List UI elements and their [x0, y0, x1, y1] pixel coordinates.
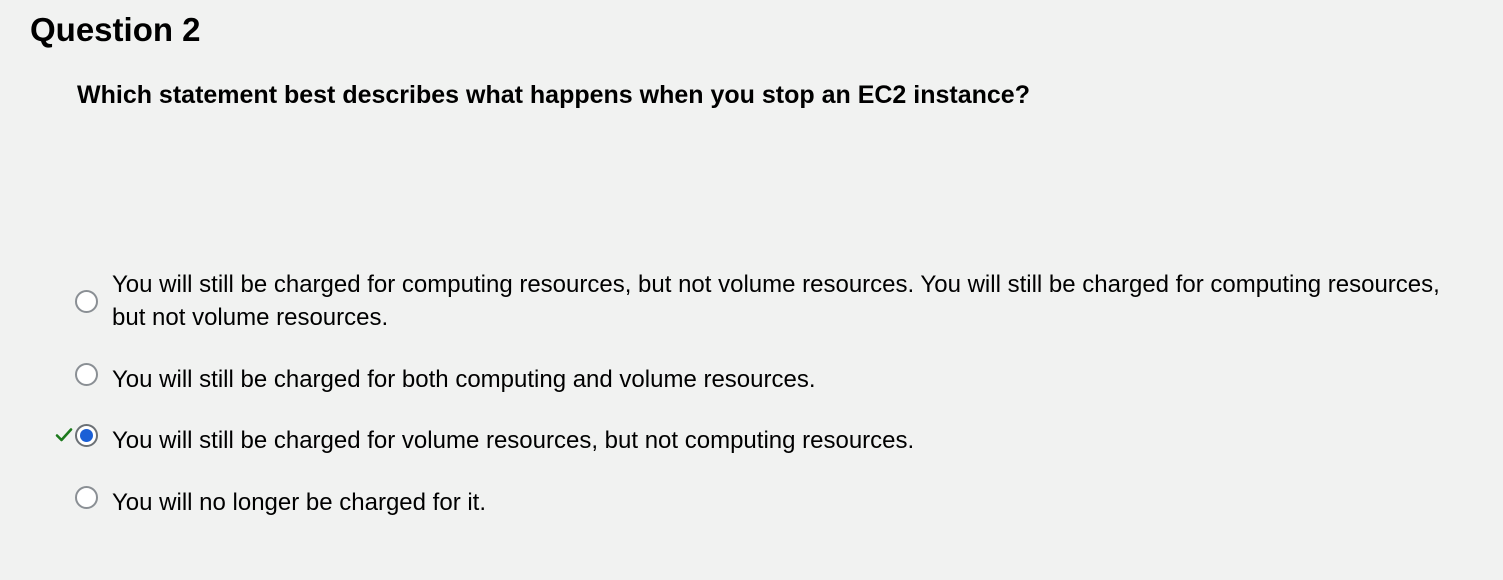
answer-option-label: You will still be charged for volume res…	[112, 427, 915, 454]
answer-option-label: You will still be charged for both compu…	[112, 366, 816, 393]
radio-button-2[interactable]	[75, 363, 98, 386]
answer-option-2[interactable]: You will still be charged for both compu…	[0, 363, 1503, 396]
answer-option-1[interactable]: You will still be charged for computing …	[0, 268, 1503, 334]
quiz-page: Question 2 Which statement best describe…	[0, 0, 1503, 580]
question-text: Which statement best describes what happ…	[77, 81, 1030, 109]
answer-option-4[interactable]: You will no longer be charged for it.	[0, 486, 1503, 519]
question-number: Question 2	[30, 11, 201, 48]
answer-options: You will still be charged for computing …	[0, 268, 1503, 519]
answer-option-label: You will still be charged for computing …	[112, 271, 1440, 331]
radio-button-3[interactable]	[75, 424, 98, 447]
answer-option-3[interactable]: You will still be charged for volume res…	[0, 424, 1503, 457]
checkmark-icon	[55, 428, 73, 442]
answer-option-label: You will no longer be charged for it.	[112, 489, 487, 516]
radio-button-4[interactable]	[75, 486, 98, 509]
radio-button-1[interactable]	[75, 290, 98, 313]
